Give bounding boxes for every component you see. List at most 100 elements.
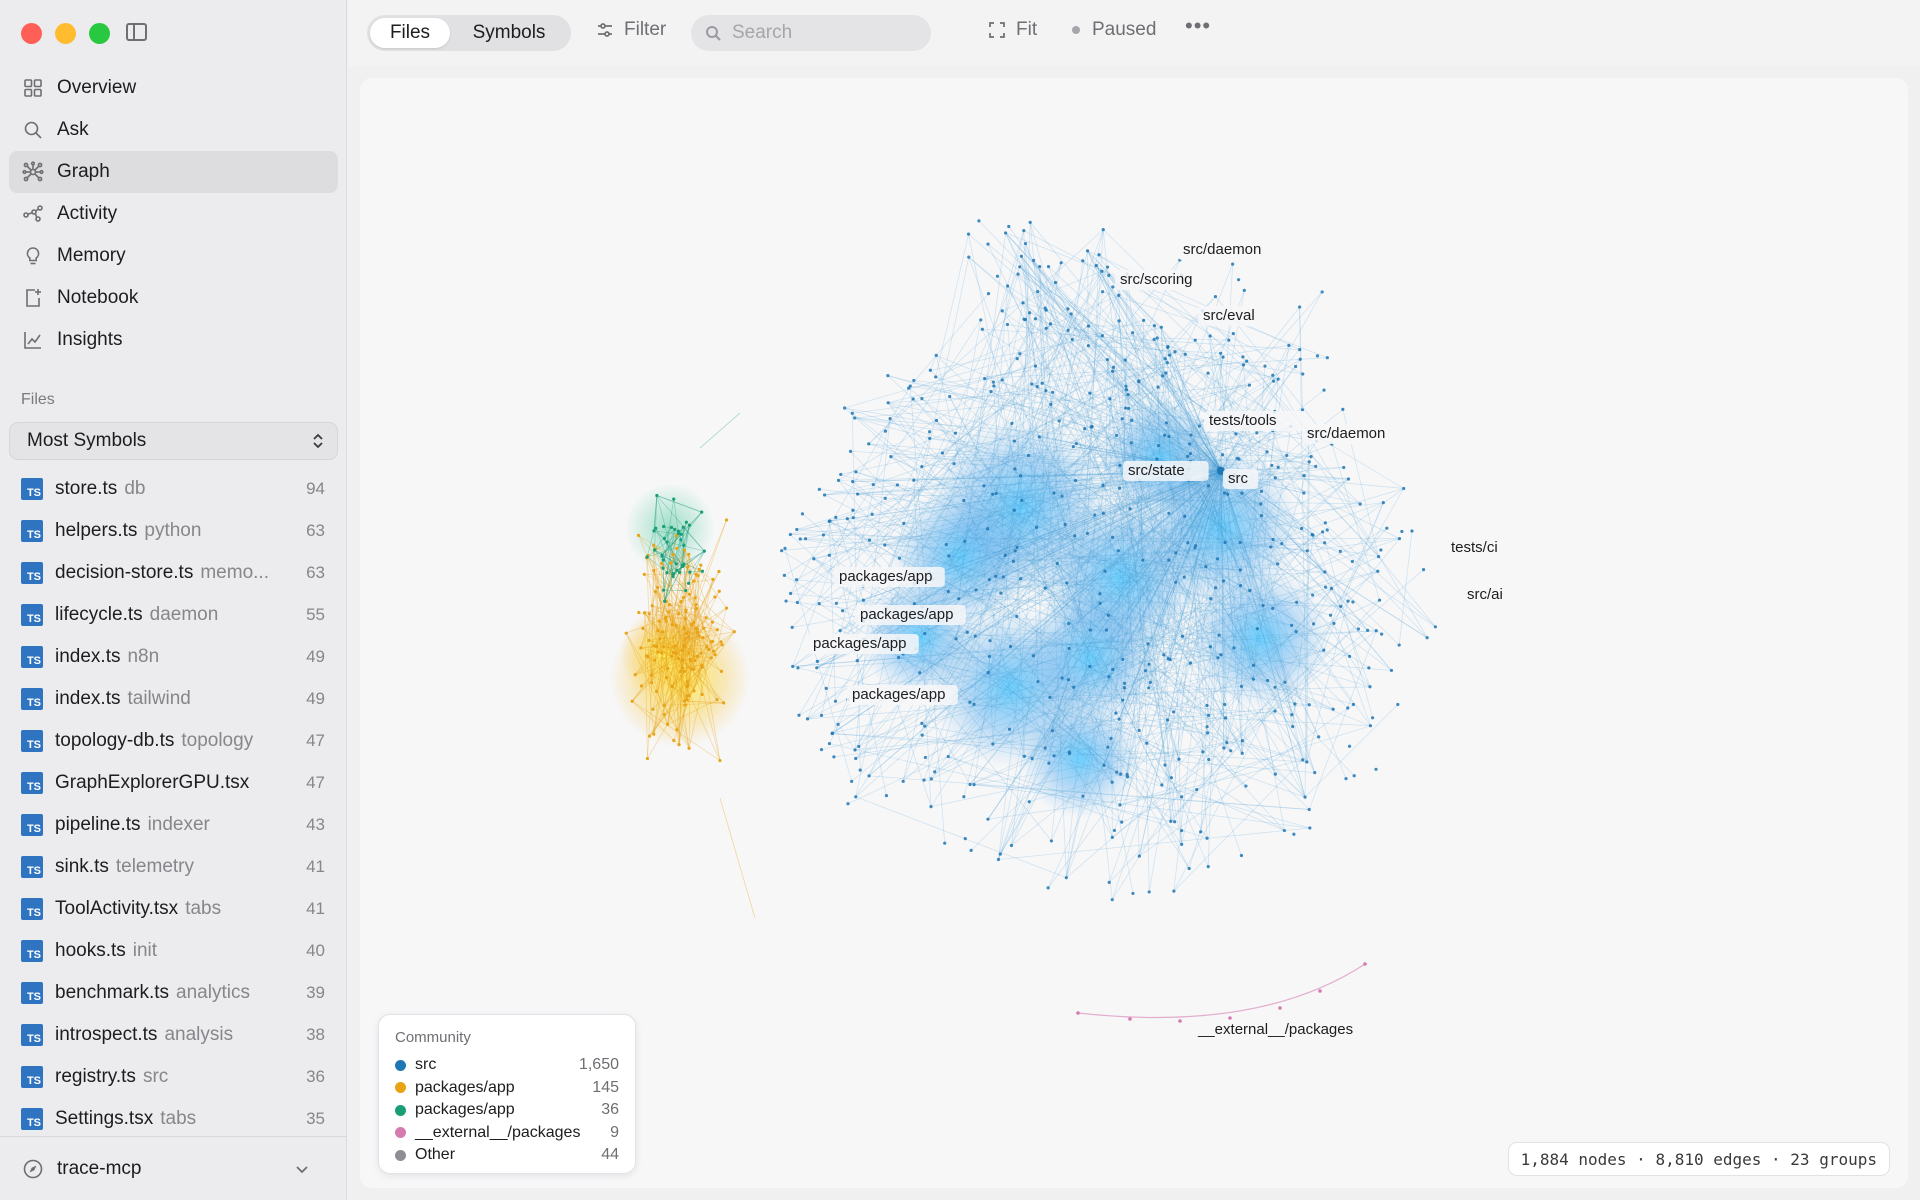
graph-node <box>1166 657 1170 661</box>
filter-button[interactable]: Filter <box>596 19 666 41</box>
graph-node <box>1023 241 1028 246</box>
project-switcher[interactable]: trace-mcp <box>0 1136 347 1200</box>
file-list-item[interactable]: TS pipeline.ts indexer 43 <box>9 804 338 846</box>
graph-node <box>1052 754 1056 758</box>
pause-toggle[interactable]: Paused <box>1072 19 1156 41</box>
graph-node <box>1126 392 1130 397</box>
more-options-button[interactable]: ••• <box>1185 13 1211 39</box>
file-list-item[interactable]: TS index.ts tailwind 49 <box>9 678 338 720</box>
nav-label: Memory <box>57 245 126 266</box>
graph-label: src/state <box>1128 462 1185 479</box>
file-list-item[interactable]: TS introspect.ts analysis 38 <box>9 1014 338 1056</box>
file-list-item[interactable]: TS store.ts db 94 <box>9 468 338 510</box>
sort-select[interactable]: Most Symbols <box>9 422 338 460</box>
file-directory: tailwind <box>127 688 191 709</box>
file-list-item[interactable]: TS helpers.ts python 63 <box>9 510 338 552</box>
graph-node <box>1287 343 1291 347</box>
file-list-item[interactable]: TS decision-store.ts memo... 63 <box>9 552 338 594</box>
file-directory: tabs <box>185 898 222 919</box>
graph-node <box>1323 570 1327 574</box>
file-name: sink.ts <box>55 856 109 877</box>
search-field[interactable] <box>691 15 931 51</box>
graph-node <box>1105 357 1109 362</box>
zoom-window-button[interactable] <box>89 23 110 44</box>
filter-label: Filter <box>624 19 667 40</box>
file-directory: analysis <box>164 1024 234 1045</box>
file-name: ToolActivity.tsx <box>55 898 179 919</box>
graph-node <box>1188 661 1193 665</box>
graph-node <box>1090 424 1094 429</box>
legend-item[interactable]: Other 44 <box>395 1144 619 1167</box>
graph-node <box>1241 355 1245 359</box>
search-input[interactable] <box>732 22 912 44</box>
graph-node <box>1128 1017 1132 1021</box>
graph-node <box>1098 601 1102 605</box>
file-list-item[interactable]: TS registry.ts src 36 <box>9 1056 338 1098</box>
file-list-item[interactable]: TS GraphExplorerGPU.tsx 47 <box>9 762 338 804</box>
graph-label: packages/app <box>813 635 906 652</box>
file-list-item[interactable]: TS Settings.tsx tabs 35 <box>9 1098 338 1140</box>
graph-node <box>1317 735 1321 739</box>
file-list-item[interactable]: TS benchmark.ts analytics 39 <box>9 972 338 1014</box>
file-list-item[interactable]: TS topology-db.ts topology 47 <box>9 720 338 762</box>
graph-node <box>1107 273 1111 277</box>
tab-files[interactable]: Files <box>370 18 450 48</box>
graph-canvas[interactable]: src/daemon src/scoring src/eval tests/tools… <box>360 78 1908 1188</box>
nav-item-overview[interactable]: Overview <box>9 67 338 109</box>
legend-item[interactable]: packages/app 36 <box>395 1099 619 1122</box>
activity-icon <box>22 203 44 225</box>
file-list-item[interactable]: TS index.ts n8n 49 <box>9 636 338 678</box>
file-list-item[interactable]: TS hooks.ts init 40 <box>9 930 338 972</box>
graph-node <box>719 640 723 644</box>
nav-item-activity[interactable]: Activity <box>9 193 338 235</box>
graph-node <box>832 755 836 759</box>
close-window-button[interactable] <box>21 23 42 44</box>
nav-item-memory[interactable]: Memory <box>9 235 338 277</box>
legend-item[interactable]: packages/app 145 <box>395 1077 619 1100</box>
graph-node <box>673 644 677 648</box>
graph-node <box>1110 780 1114 784</box>
compass-icon <box>23 1159 43 1178</box>
nav-item-insights[interactable]: Insights <box>9 319 338 361</box>
graph-node <box>1206 865 1210 869</box>
tab-symbols[interactable]: Symbols <box>450 18 568 48</box>
graph-node <box>669 525 674 529</box>
graph-node <box>784 599 788 603</box>
fit-button[interactable]: Fit <box>988 19 1037 41</box>
minimize-window-button[interactable] <box>55 23 76 44</box>
file-list-item[interactable]: TS lifecycle.ts daemon 55 <box>9 594 338 636</box>
graph-node <box>1101 511 1105 515</box>
nav-item-ask[interactable]: Ask <box>9 109 338 151</box>
legend-item[interactable]: src 1,650 <box>395 1054 619 1077</box>
graph-node <box>1049 402 1053 406</box>
graph-node <box>1285 453 1289 458</box>
graph-node <box>1400 529 1404 534</box>
graph-node <box>1271 379 1276 383</box>
nav-item-notebook[interactable]: Notebook <box>9 277 338 319</box>
graph-node <box>1240 751 1244 755</box>
graph-node <box>1346 477 1351 481</box>
sidebar-toggle-icon[interactable] <box>126 23 147 41</box>
nav-item-graph[interactable]: Graph <box>9 151 338 193</box>
main-nav: Overview Ask Graph Activity Memory Noteb… <box>9 67 338 361</box>
graph-node <box>1266 678 1270 683</box>
graph-node <box>1110 535 1115 539</box>
file-list-item[interactable]: TS ToolActivity.tsx tabs 41 <box>9 888 338 930</box>
legend-item[interactable]: __external__/packages 9 <box>395 1122 619 1145</box>
graph-node <box>1046 265 1051 269</box>
graph-node <box>1339 604 1343 608</box>
graph-node <box>1433 625 1437 629</box>
graph-node <box>694 603 698 607</box>
graph-node <box>1159 325 1163 329</box>
files-section-label: Files <box>21 391 55 408</box>
graph-node <box>1220 453 1225 457</box>
typescript-file-icon: TS <box>21 898 43 920</box>
file-list-item[interactable]: TS sink.ts telemetry 41 <box>9 846 338 888</box>
graph-node <box>1007 224 1011 229</box>
graph-node <box>973 634 977 638</box>
graph-node <box>1100 269 1104 273</box>
typescript-file-icon: TS <box>21 646 43 668</box>
graph-node <box>1116 549 1120 553</box>
typescript-file-icon: TS <box>21 562 43 584</box>
graph-node <box>684 520 688 524</box>
